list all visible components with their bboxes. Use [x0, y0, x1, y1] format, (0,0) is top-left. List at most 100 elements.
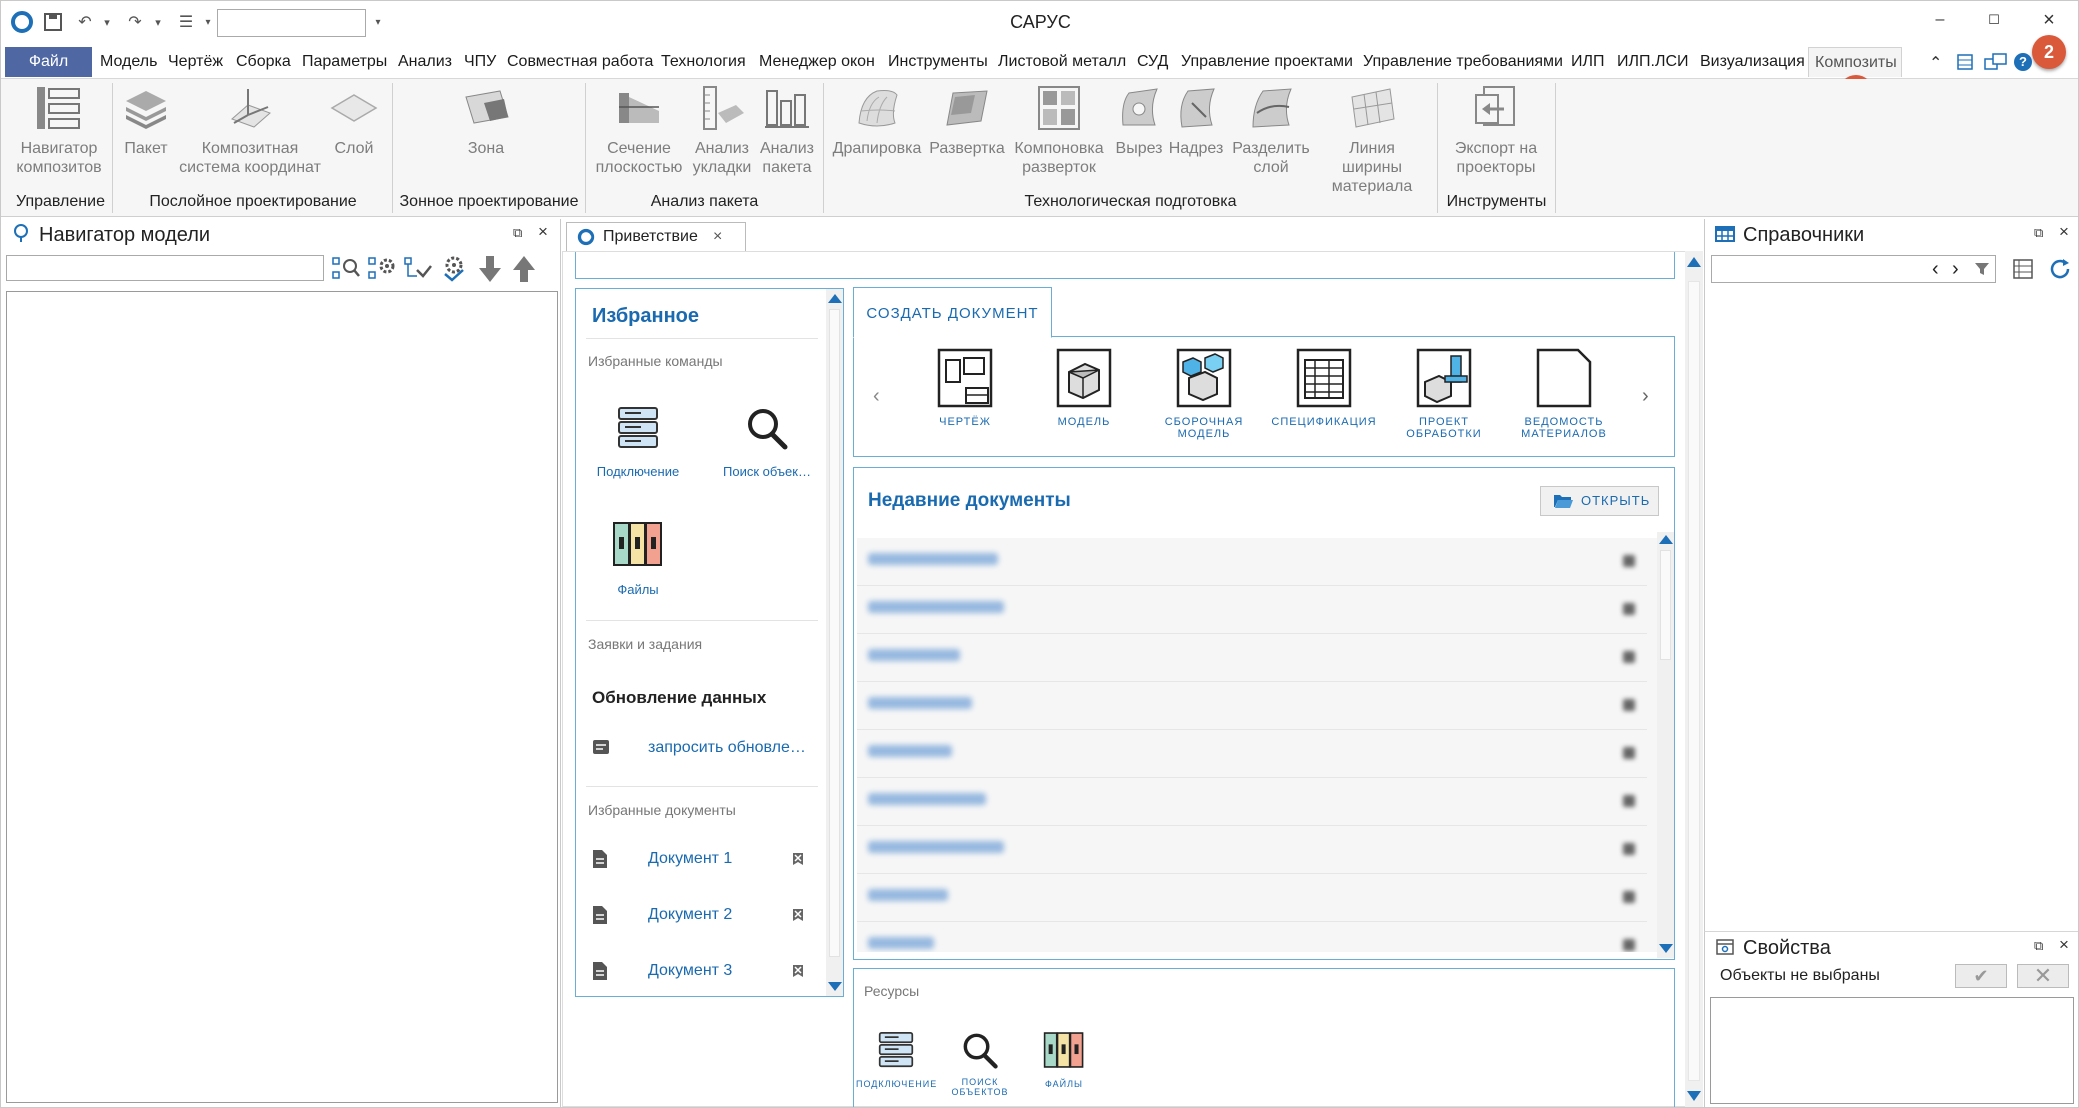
- scroll-up-icon[interactable]: [1659, 535, 1673, 544]
- list-view-icon[interactable]: [2012, 258, 2034, 280]
- menu-pdm[interactable]: СУД: [1131, 47, 1174, 77]
- menu-composites[interactable]: Композиты: [1808, 47, 1902, 77]
- next-icon[interactable]: ›: [1952, 257, 1959, 281]
- tab-welcome[interactable]: Приветствие ×: [566, 222, 746, 251]
- help-icon[interactable]: ?: [2014, 53, 2032, 71]
- cutout-button[interactable]: Вырез: [1111, 83, 1167, 158]
- create-model-item[interactable]: МОДЕЛЬ: [1029, 348, 1139, 428]
- properties-close-icon[interactable]: ×: [2059, 935, 2069, 955]
- export-projectors-button[interactable]: Экспорт на проекторы: [1441, 83, 1551, 177]
- unpin-icon[interactable]: [792, 852, 804, 866]
- recent-doc-action-icon[interactable]: [1623, 747, 1635, 759]
- close-window-button[interactable]: ×: [2034, 7, 2064, 33]
- menu-drawing[interactable]: Чертёж: [162, 47, 229, 77]
- model-tree[interactable]: [6, 291, 558, 1103]
- tab-create-document[interactable]: СОЗДАТЬ ДОКУМЕНТ: [853, 287, 1052, 338]
- favorite-search-item[interactable]: Поиск объек…: [702, 406, 832, 479]
- carousel-next-icon[interactable]: ›: [1642, 385, 1649, 408]
- recent-scrollbar[interactable]: [1657, 532, 1674, 958]
- menu-requirements[interactable]: Управление требованиями: [1357, 47, 1569, 77]
- section-plane-button[interactable]: Сечение плоскостью: [589, 83, 689, 177]
- draping-button[interactable]: Драпировка: [827, 83, 927, 158]
- collapse-ribbon-icon[interactable]: ⌃: [1929, 53, 1942, 73]
- recent-doc-link[interactable]: [868, 889, 948, 901]
- scroll-down-icon[interactable]: [1687, 1091, 1701, 1101]
- recent-doc-row[interactable]: [857, 586, 1647, 634]
- recent-doc-link[interactable]: [868, 745, 952, 757]
- recent-doc-row[interactable]: [857, 826, 1647, 874]
- favorite-doc-item[interactable]: Документ 1: [576, 849, 821, 879]
- favorite-doc-item[interactable]: Документ 2: [576, 905, 821, 935]
- scroll-up-icon[interactable]: [828, 294, 842, 303]
- recent-doc-row[interactable]: [857, 538, 1647, 586]
- properties-restore-icon[interactable]: ⧉: [2034, 938, 2043, 954]
- menu-collaboration[interactable]: Совместная работа: [501, 47, 659, 77]
- prev-icon[interactable]: ‹: [1932, 257, 1939, 281]
- recent-doc-link[interactable]: [868, 937, 934, 949]
- composites-navigator-button[interactable]: Навигатор композитов: [11, 83, 107, 177]
- recent-doc-row[interactable]: [857, 778, 1647, 826]
- flattening-button[interactable]: Развертка: [927, 83, 1007, 158]
- recent-doc-row[interactable]: [857, 922, 1647, 952]
- nesting-button[interactable]: Компоновка разверток: [1007, 83, 1111, 177]
- composite-cs-button[interactable]: Композитная система координат: [177, 83, 323, 177]
- windows-icon[interactable]: [1984, 52, 2008, 77]
- move-down-icon[interactable]: [475, 254, 505, 284]
- tree-settings-icon[interactable]: [367, 254, 397, 284]
- create-bom-item[interactable]: ВЕДОМОСТЬ МАТЕРИАЛОВ: [1509, 348, 1619, 440]
- scroll-down-icon[interactable]: [828, 982, 842, 991]
- recent-doc-row[interactable]: [857, 730, 1647, 778]
- material-width-button[interactable]: Линия ширины материала: [1317, 83, 1427, 196]
- menu-cnc[interactable]: ЧПУ: [458, 47, 502, 77]
- page-scrollbar[interactable]: [1685, 251, 1703, 1107]
- recent-doc-row[interactable]: [857, 634, 1647, 682]
- menu-tools[interactable]: Инструменты: [882, 47, 994, 77]
- recent-doc-link[interactable]: [868, 793, 986, 805]
- create-drawing-item[interactable]: ЧЕРТЁЖ: [910, 348, 1020, 428]
- menu-project-management[interactable]: Управление проектами: [1175, 47, 1359, 77]
- cancel-button[interactable]: ✕: [2017, 964, 2069, 988]
- menu-sheet-metal[interactable]: Листовой металл: [992, 47, 1132, 77]
- refresh-icon[interactable]: [2048, 257, 2072, 281]
- recent-doc-link[interactable]: [868, 841, 1004, 853]
- menu-technology[interactable]: Технология: [655, 47, 752, 77]
- menu-file[interactable]: Файл: [5, 47, 92, 77]
- resource-search-item[interactable]: ПОИСК ОБЪЕКТОВ: [948, 1031, 1012, 1097]
- scroll-thumb[interactable]: [1660, 550, 1671, 660]
- recent-doc-link[interactable]: [868, 649, 960, 661]
- tree-config-icon[interactable]: [439, 254, 469, 284]
- request-update-link[interactable]: запросить обновле…: [648, 739, 806, 757]
- tree-search-icon[interactable]: [331, 254, 361, 284]
- layout-icon[interactable]: [1956, 53, 1974, 76]
- favorite-connection-item[interactable]: Подключение: [576, 406, 700, 479]
- favorite-doc-item[interactable]: Документ 3: [576, 961, 821, 991]
- tab-close-icon[interactable]: ×: [713, 223, 722, 250]
- menu-analysis[interactable]: Анализ: [392, 47, 458, 77]
- recent-doc-action-icon[interactable]: [1623, 939, 1635, 951]
- carousel-prev-icon[interactable]: ‹: [873, 385, 880, 408]
- package-analysis-button[interactable]: Анализ пакета: [755, 83, 819, 177]
- recent-doc-action-icon[interactable]: [1623, 651, 1635, 663]
- references-list[interactable]: [1707, 287, 2078, 931]
- recent-doc-row[interactable]: [857, 682, 1647, 730]
- recent-doc-action-icon[interactable]: [1623, 843, 1635, 855]
- menu-model[interactable]: Модель: [94, 47, 163, 77]
- recent-documents-list[interactable]: [857, 538, 1657, 952]
- move-up-icon[interactable]: [509, 254, 539, 284]
- menu-visualization[interactable]: Визуализация: [1694, 47, 1811, 77]
- minimize-button[interactable]: –: [1925, 7, 1955, 33]
- package-button[interactable]: Пакет: [114, 83, 178, 158]
- recent-doc-row[interactable]: [857, 874, 1647, 922]
- properties-content[interactable]: [1710, 997, 2074, 1104]
- maximize-button[interactable]: ☐: [1979, 7, 2009, 33]
- navigator-restore-icon[interactable]: ⧉: [513, 225, 522, 241]
- references-restore-icon[interactable]: ⧉: [2034, 225, 2043, 241]
- scroll-thumb[interactable]: [829, 309, 840, 957]
- resource-files-item[interactable]: ФАЙЛЫ: [1034, 1031, 1094, 1089]
- menu-ils[interactable]: ИЛП: [1565, 47, 1611, 77]
- scroll-thumb[interactable]: [1688, 281, 1700, 1081]
- tree-filter-icon[interactable]: [403, 254, 433, 284]
- create-machining-project-item[interactable]: ПРОЕКТ ОБРАБОТКИ: [1389, 348, 1499, 440]
- recent-doc-action-icon[interactable]: [1623, 603, 1635, 615]
- navigator-close-icon[interactable]: ×: [538, 222, 548, 242]
